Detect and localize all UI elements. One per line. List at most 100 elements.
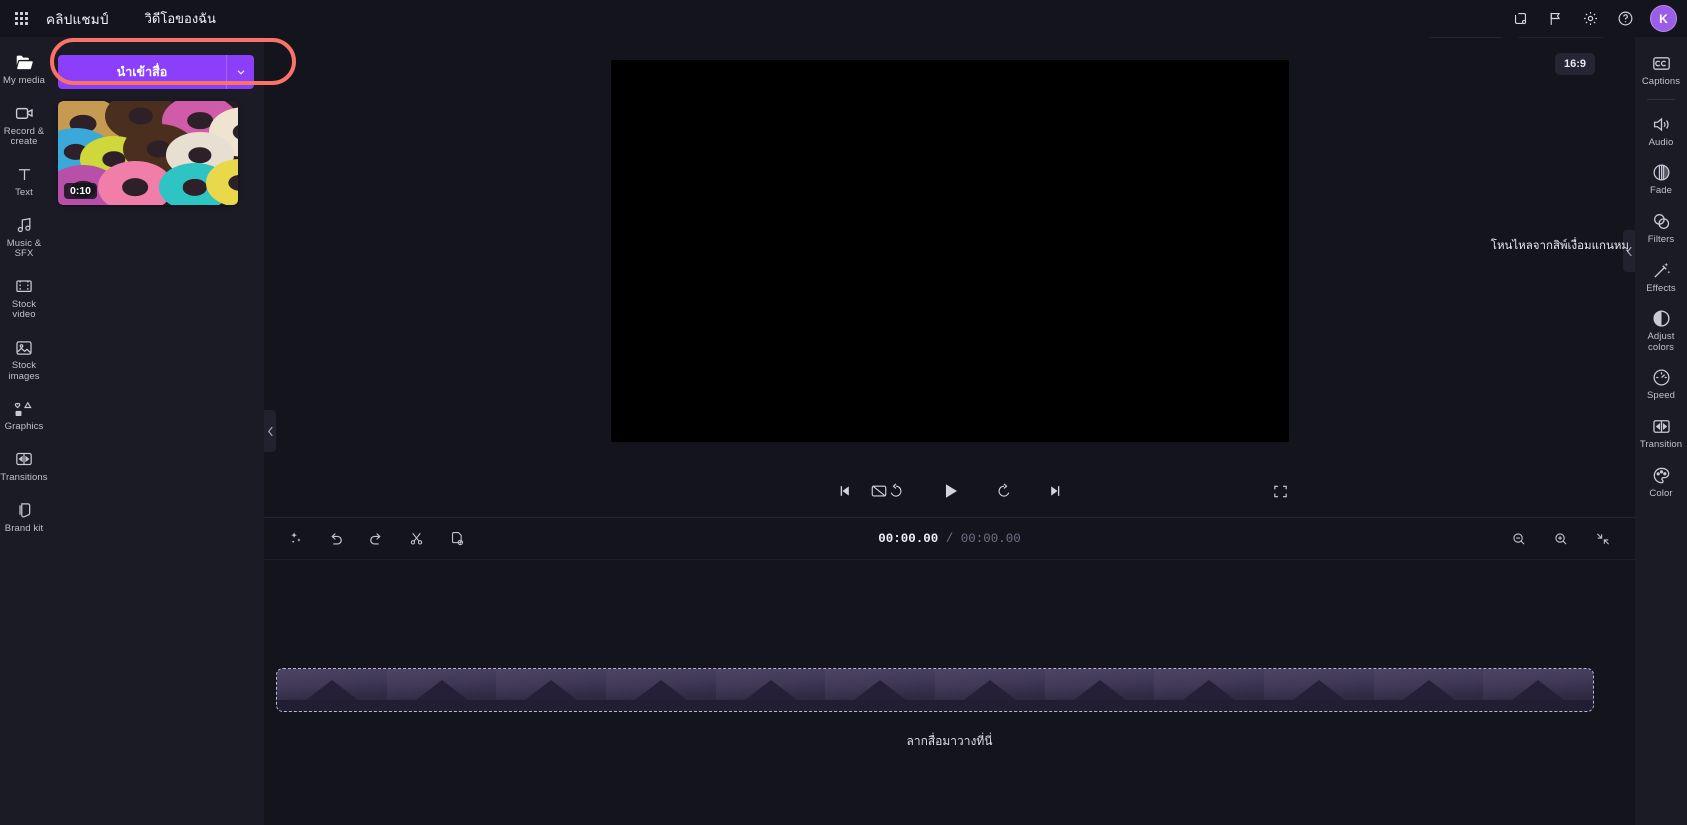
brand-kit-icon	[14, 500, 34, 521]
sidebar-item-brand-kit[interactable]: Brand kit	[0, 491, 48, 542]
rail-divider	[1647, 98, 1675, 100]
rightrail-item-audio[interactable]: Audio	[1635, 106, 1687, 155]
redo-icon[interactable]	[362, 525, 390, 553]
left-rail: My media Record & create Text Music & SF…	[0, 37, 48, 825]
clipchamp-editor: คลิปแชมป์ วิดีโอของฉัน K My media Record…	[0, 0, 1687, 825]
filmstrip-frame	[935, 669, 1045, 711]
filmstrip-frame	[1373, 669, 1484, 711]
rightrail-item-label: Transition	[1639, 439, 1683, 450]
aspect-ratio-button[interactable]: 16:9	[1554, 53, 1595, 75]
filmstrip-frame	[1154, 669, 1265, 711]
rightrail-item-adjust-colors[interactable]: Adjust colors	[1635, 300, 1687, 359]
split-screen-off-icon[interactable]	[864, 476, 894, 506]
sidebar-item-label: Graphics	[4, 421, 44, 433]
filters-icon	[1651, 211, 1672, 232]
contrast-icon	[1651, 308, 1672, 329]
fade-icon	[1651, 162, 1672, 183]
timeline-drop-zone[interactable]	[276, 668, 1594, 712]
filmstrip-frame	[1483, 669, 1593, 711]
settings-gear-icon[interactable]	[1574, 3, 1606, 35]
versions-icon[interactable]	[1504, 3, 1536, 35]
project-title[interactable]: วิดีโอของฉัน	[139, 5, 222, 32]
timecode-display: 00:00.00 / 00:00.00	[878, 532, 1021, 546]
feedback-flag-icon[interactable]	[1539, 3, 1571, 35]
play-icon[interactable]	[933, 474, 967, 508]
rightrail-item-label: Speed	[1647, 390, 1675, 402]
time-separator: /	[945, 531, 954, 546]
brand-name[interactable]: คลิปแชมป์	[46, 8, 109, 30]
filmstrip-frame	[496, 669, 607, 711]
media-duration-badge: 0:10	[64, 183, 98, 199]
media-item-thumbnail[interactable]: 0:10	[58, 101, 238, 205]
filmstrip-frame	[715, 669, 826, 711]
timeline-toolbar: 00:00.00 / 00:00.00	[264, 518, 1635, 560]
avatar[interactable]: K	[1650, 5, 1677, 32]
skip-next-icon[interactable]	[1041, 476, 1071, 506]
media-panel: นำเข้าสื่อ 0:10	[48, 37, 296, 825]
rightrail-item-label: Color	[1649, 487, 1673, 499]
fullscreen-icon[interactable]	[1265, 476, 1295, 506]
transition-icon	[1651, 416, 1672, 437]
rightrail-item-transition[interactable]: Transition	[1635, 408, 1687, 457]
rightrail-item-speed[interactable]: Speed	[1635, 359, 1687, 408]
app-launcher-icon[interactable]	[8, 6, 34, 32]
filmstrip-frame	[606, 669, 716, 711]
fit-to-timeline-icon[interactable]	[1589, 525, 1617, 553]
undo-icon[interactable]	[322, 525, 350, 553]
sidebar-item-label: Brand kit	[4, 522, 44, 534]
transition-icon	[14, 449, 34, 470]
drop-hint-text: ลากสื่อมาวางที่นี่	[906, 734, 993, 748]
speedometer-icon	[1651, 367, 1672, 388]
top-bar: คลิปแชมป์ วิดีโอของฉัน K	[0, 0, 1687, 37]
sidebar-item-label: Transitions	[0, 471, 48, 483]
palette-icon	[1651, 465, 1672, 486]
music-note-icon	[14, 215, 34, 236]
sidebar-item-transitions[interactable]: Transitions	[0, 440, 48, 491]
top-bar-actions: K	[1504, 3, 1677, 35]
filmstrip-frame	[825, 669, 936, 711]
sidebar-item-stock-video[interactable]: Stock video	[0, 267, 48, 328]
zoom-out-icon[interactable]	[1505, 525, 1533, 553]
editor-body: My media Record & create Text Music & SF…	[0, 8, 1687, 825]
sidebar-item-stock-images[interactable]: Stock images	[0, 328, 48, 389]
filmstrip-frame	[277, 669, 387, 711]
skip-previous-icon[interactable]	[829, 476, 859, 506]
fade-tooltip: โหนไหลจากสิพ์เงื่อมแกนหมุ	[1490, 240, 1629, 252]
sidebar-item-text[interactable]: Text	[0, 155, 48, 206]
video-canvas[interactable]	[610, 60, 1289, 442]
collapse-media-panel-handle[interactable]	[264, 410, 276, 452]
total-time: 00:00.00	[960, 531, 1021, 546]
rightrail-item-effects[interactable]: Effects	[1635, 252, 1687, 301]
rightrail-item-color[interactable]: Color	[1635, 457, 1687, 506]
rightrail-item-fade[interactable]: Fade	[1635, 154, 1687, 203]
sidebar-item-graphics[interactable]: Graphics	[0, 389, 48, 440]
sidebar-item-label: Text	[15, 186, 33, 198]
rightrail-item-label: Effects	[1646, 282, 1676, 294]
image-icon	[14, 337, 34, 358]
rightrail-item-label: Fade	[1649, 185, 1673, 197]
filmstrip-frame	[386, 669, 497, 711]
sidebar-item-label: Music & SFX	[6, 237, 42, 260]
speaker-icon	[1651, 114, 1672, 135]
help-icon[interactable]	[1609, 3, 1641, 35]
rightrail-item-captions[interactable]: Captions	[1635, 45, 1687, 94]
rightrail-item-filters[interactable]: Filters	[1635, 203, 1687, 252]
timeline-tools	[282, 525, 470, 553]
split-scissors-icon[interactable]	[402, 525, 430, 553]
rightrail-item-label: Audio	[1648, 136, 1674, 148]
right-rail: Captions Audio Fade Filters Effects Adju…	[1635, 37, 1687, 825]
preview-and-timeline: Share Export 16:9	[264, 8, 1635, 825]
sidebar-item-record-create[interactable]: Record & create	[0, 94, 48, 155]
filmstrip-preview	[277, 669, 1593, 711]
zoom-in-icon[interactable]	[1547, 525, 1575, 553]
sidebar-item-label: Stock images	[8, 360, 40, 382]
sidebar-item-my-media[interactable]: My media	[0, 43, 48, 94]
import-media-button[interactable]: นำเข้าสื่อ	[58, 55, 226, 89]
magic-enhance-icon[interactable]	[282, 525, 310, 553]
closed-captions-icon	[1651, 53, 1672, 74]
sidebar-item-music-sfx[interactable]: Music & SFX	[0, 206, 48, 267]
chevron-down-icon[interactable]	[226, 55, 254, 89]
preview-stage: 16:9	[264, 37, 1635, 465]
duplicate-icon[interactable]	[442, 525, 470, 553]
forward-5s-icon[interactable]	[989, 476, 1019, 506]
